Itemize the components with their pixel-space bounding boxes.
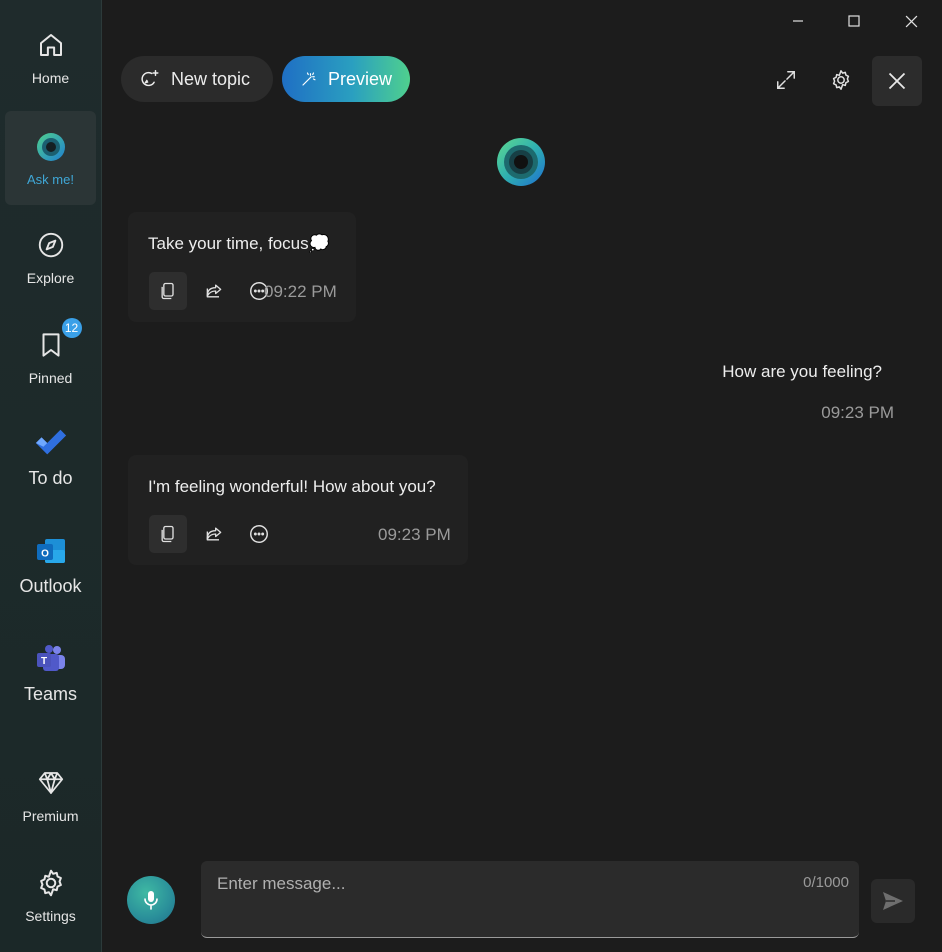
more-icon: [250, 525, 268, 543]
minimize-icon: [793, 20, 803, 22]
sidebar: Home Ask me! Explore 12 Pinned To do O O…: [0, 0, 102, 952]
sidebar-item-home[interactable]: Home: [5, 10, 96, 104]
message-timestamp: 09:23 PM: [821, 403, 894, 422]
window-close-button[interactable]: [888, 4, 934, 38]
magic-wand-icon: [302, 72, 316, 86]
copy-button[interactable]: [149, 515, 187, 553]
close-panel-button[interactable]: [872, 56, 922, 106]
new-topic-icon: [141, 70, 159, 87]
gear-icon: [34, 866, 68, 900]
assistant-message: Take your time, focus💭 09:22 PM: [128, 212, 356, 322]
preview-label: Preview: [327, 68, 392, 89]
sidebar-item-outlook[interactable]: O Outlook: [5, 518, 96, 612]
sidebar-item-explore[interactable]: Explore: [5, 210, 96, 304]
share-icon: [206, 284, 222, 298]
close-icon: [888, 72, 906, 90]
sidebar-item-teams[interactable]: T Teams: [5, 626, 96, 720]
settings-button[interactable]: [821, 60, 861, 100]
minimize-button[interactable]: [775, 4, 821, 38]
message-timestamp: 09:22 PM: [264, 282, 337, 301]
preview-button[interactable]: Preview: [282, 56, 410, 102]
maximize-button[interactable]: [831, 4, 877, 38]
message-input[interactable]: [215, 871, 779, 897]
copy-icon: [161, 525, 174, 543]
sidebar-item-label: Outlook: [19, 575, 82, 596]
expand-icon: [777, 71, 795, 89]
new-topic-button[interactable]: New topic: [121, 56, 273, 102]
chat-panel: New topic Preview Take your time, focus💭: [102, 0, 942, 952]
sidebar-item-settings[interactable]: Settings: [5, 848, 96, 942]
microphone-icon: [144, 891, 158, 910]
maximize-icon: [848, 15, 860, 27]
ask-orb-icon: [34, 130, 68, 164]
sidebar-item-label: Explore: [26, 270, 75, 286]
expand-button[interactable]: [766, 60, 806, 100]
sidebar-item-label: To do: [28, 467, 73, 488]
send-icon: [883, 892, 903, 910]
send-button[interactable]: [871, 879, 915, 923]
sidebar-item-label: Settings: [25, 908, 76, 924]
sidebar-item-label: Pinned: [28, 370, 73, 386]
gear-icon: [832, 70, 850, 90]
sidebar-item-todo[interactable]: To do: [5, 410, 96, 504]
compass-icon: [34, 228, 68, 262]
user-message-text: How are you feeling?: [722, 362, 882, 381]
sidebar-item-pinned[interactable]: 12 Pinned: [5, 310, 96, 404]
todo-check-icon: [34, 426, 68, 460]
home-icon: [34, 28, 68, 62]
share-button[interactable]: [195, 515, 233, 553]
share-icon: [206, 527, 222, 541]
message-text: Take your time, focus💭: [148, 234, 330, 253]
sidebar-item-ask-me[interactable]: Ask me!: [5, 111, 96, 205]
message-timestamp: 09:23 PM: [378, 525, 451, 544]
outlook-icon: O: [34, 534, 68, 568]
svg-text:O: O: [41, 548, 49, 559]
pinned-count-badge: 12: [61, 318, 82, 338]
share-button[interactable]: [195, 272, 233, 310]
message-text: I'm feeling wonderful! How about you?: [148, 477, 436, 496]
close-icon: [905, 15, 917, 27]
diamond-icon: [34, 766, 68, 800]
character-counter: 0/1000: [803, 874, 849, 891]
sidebar-item-label: Premium: [22, 808, 79, 824]
message-input-box: 0/1000: [201, 861, 859, 938]
copy-icon: [161, 282, 174, 300]
sidebar-item-premium[interactable]: Premium: [5, 748, 96, 842]
sidebar-item-label: Ask me!: [27, 171, 74, 187]
sidebar-item-label: Teams: [23, 683, 77, 704]
copy-button[interactable]: [149, 272, 187, 310]
assistant-message: I'm feeling wonderful! How about you? 09…: [128, 455, 468, 565]
new-topic-label: New topic: [171, 68, 251, 89]
assistant-logo: [496, 137, 546, 187]
more-options-button[interactable]: [240, 515, 278, 553]
microphone-button[interactable]: [127, 876, 175, 924]
bookmark-icon: 12: [34, 318, 82, 362]
sidebar-item-label: Home: [31, 70, 70, 86]
teams-icon: T: [34, 642, 68, 676]
svg-text:T: T: [40, 656, 46, 667]
